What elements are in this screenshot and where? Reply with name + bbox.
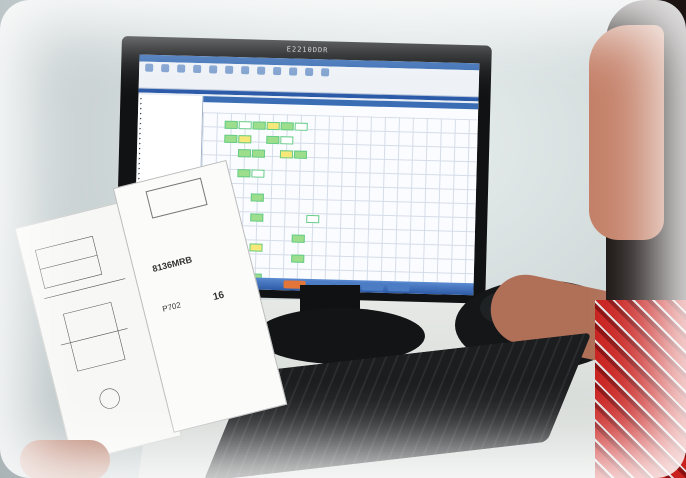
schedule-block[interactable] [252, 121, 266, 130]
schedule-block[interactable] [294, 122, 308, 131]
document-logo [145, 177, 208, 219]
ribbon-button[interactable] [319, 68, 331, 84]
ribbon-button[interactable] [239, 66, 251, 82]
ribbon-button[interactable] [255, 66, 267, 82]
schedule-block[interactable] [250, 213, 264, 222]
schedule-block[interactable] [238, 135, 252, 144]
schedule-block[interactable] [237, 149, 252, 158]
schedule-block[interactable] [291, 234, 305, 243]
schedule-block[interactable] [280, 136, 294, 145]
face [589, 25, 664, 240]
ribbon-button[interactable] [159, 64, 171, 80]
schedule-block[interactable] [266, 121, 280, 131]
hand-holding-document [20, 440, 110, 478]
document-field-left: P702 [161, 300, 182, 314]
schedule-block[interactable] [306, 214, 320, 224]
ribbon-button[interactable] [207, 65, 219, 81]
schedule-block[interactable] [279, 150, 294, 159]
ribbon-button[interactable] [271, 66, 283, 83]
ribbon-button[interactable] [287, 67, 299, 83]
schedule-block[interactable] [291, 254, 305, 263]
monitor-brand-label: E2210DDR [286, 45, 329, 55]
schedule-block[interactable] [224, 134, 238, 144]
ribbon-button[interactable] [191, 64, 203, 81]
taskbar-button[interactable] [387, 283, 410, 292]
ribbon-button[interactable] [175, 64, 187, 80]
taskbar-button[interactable] [361, 282, 384, 291]
schedule-block[interactable] [249, 243, 263, 252]
photo-scene: E2210DDR ▸ ▸ ▸ ▸ ▸ ▸ ▸ ▸ ▸ ▸ ▸ ▸ ▸ ▸ ▸ ▸… [0, 0, 686, 478]
document-field-right: 16 [211, 289, 226, 304]
schedule-block[interactable] [224, 120, 238, 130]
schedule-block[interactable] [280, 122, 294, 131]
ribbon-button[interactable] [223, 65, 235, 82]
schedule-block[interactable] [266, 135, 280, 145]
schedule-block[interactable] [238, 121, 252, 130]
schedule-block[interactable] [250, 193, 264, 202]
part-code: 8136MRB [151, 254, 194, 274]
schedule-block[interactable] [293, 150, 308, 159]
person [585, 0, 686, 478]
ribbon-button[interactable] [143, 63, 155, 80]
plaid-shirt [595, 300, 686, 478]
ribbon-button[interactable] [303, 67, 315, 84]
schedule-block[interactable] [251, 169, 265, 178]
schedule-block[interactable] [237, 169, 251, 178]
schedule-block[interactable] [251, 149, 266, 158]
